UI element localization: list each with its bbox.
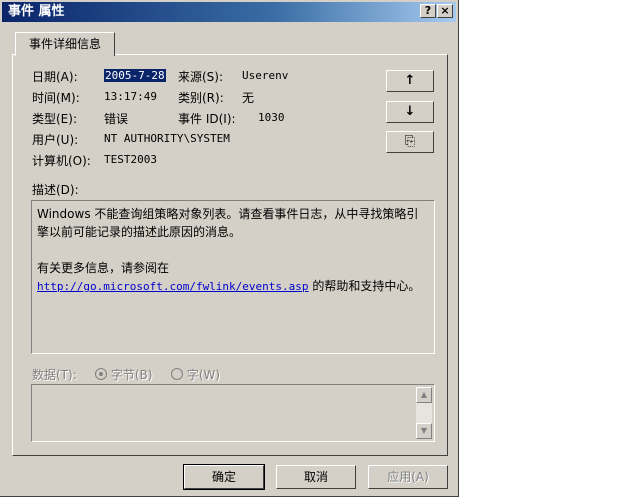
category-value: 无 xyxy=(242,91,255,105)
words-label: 字(W) xyxy=(186,368,221,382)
computer-label: 计算机(O): xyxy=(32,154,91,168)
window-title: 事件 属性 xyxy=(8,4,65,19)
tab-event-details[interactable]: 事件详细信息 xyxy=(15,32,115,56)
event-id-label: 事件 ID(I): xyxy=(178,112,236,126)
ok-button[interactable]: 确定 xyxy=(183,464,265,490)
copy-icon: ⎘ xyxy=(404,134,416,149)
user-value: NT AUTHORITY\SYSTEM xyxy=(104,132,230,145)
scroll-down-icon[interactable]: ▼ xyxy=(416,423,432,439)
event-id-value: 1030 xyxy=(258,111,285,124)
help-link-suffix: 的帮助和支持中心。 xyxy=(312,279,421,293)
category-label: 类别(R): xyxy=(178,91,224,105)
source-value: Userenv xyxy=(242,69,289,82)
source-label: 来源(S): xyxy=(178,70,224,84)
cancel-button[interactable]: 取消 xyxy=(276,465,356,489)
arrow-down-icon: ↓ xyxy=(404,104,416,119)
next-event-button[interactable]: ↓ xyxy=(386,101,434,123)
bytes-radio-icon xyxy=(95,368,107,380)
title-bar[interactable]: 事件 属性 xyxy=(2,2,456,22)
date-label: 日期(A): xyxy=(32,70,78,84)
bytes-option[interactable]: 字节(B) xyxy=(95,366,152,383)
words-option[interactable]: 字(W) xyxy=(171,366,220,383)
time-value: 13:17:49 xyxy=(104,90,157,103)
more-info-text: 有关更多信息，请参阅在 xyxy=(37,261,170,275)
type-value: 错误 xyxy=(104,112,129,126)
copy-button[interactable]: ⎘ xyxy=(386,131,434,153)
description-text: Windows 不能查询组策略对象列表。请查看事件日志，从中寻找策略引擎以前可能… xyxy=(37,207,419,239)
help-button[interactable]: ? xyxy=(420,4,436,18)
bytes-label: 字节(B) xyxy=(110,368,153,382)
scroll-up-icon[interactable]: ▲ xyxy=(416,387,432,403)
event-properties-window: 事件 属性 ? × 事件详细信息 日期(A): 2005-7-28 来源(S):… xyxy=(0,0,459,497)
user-label: 用户(U): xyxy=(32,133,79,147)
help-link-line: http://go.microsoft.com/fwlink/events.as… xyxy=(37,277,429,296)
date-value[interactable]: 2005-7-28 xyxy=(104,69,166,82)
arrow-up-icon: ↑ xyxy=(404,73,416,88)
data-scrollbar[interactable]: ▲ ▼ xyxy=(416,387,432,439)
description-box[interactable]: Windows 不能查询组策略对象列表。请查看事件日志，从中寻找策略引擎以前可能… xyxy=(31,200,435,354)
time-label: 时间(M): xyxy=(32,91,80,105)
previous-event-button[interactable]: ↑ xyxy=(386,70,434,92)
data-label: 数据(T): xyxy=(32,368,77,382)
apply-button[interactable]: 应用(A) xyxy=(368,465,448,489)
type-label: 类型(E): xyxy=(32,112,77,126)
data-box[interactable]: ▲ ▼ xyxy=(31,384,435,442)
close-button[interactable]: × xyxy=(437,4,453,18)
help-link[interactable]: http://go.microsoft.com/fwlink/events.as… xyxy=(37,280,309,293)
words-radio-icon xyxy=(171,368,183,380)
computer-value: TEST2003 xyxy=(104,153,157,166)
description-label: 描述(D): xyxy=(32,183,79,197)
